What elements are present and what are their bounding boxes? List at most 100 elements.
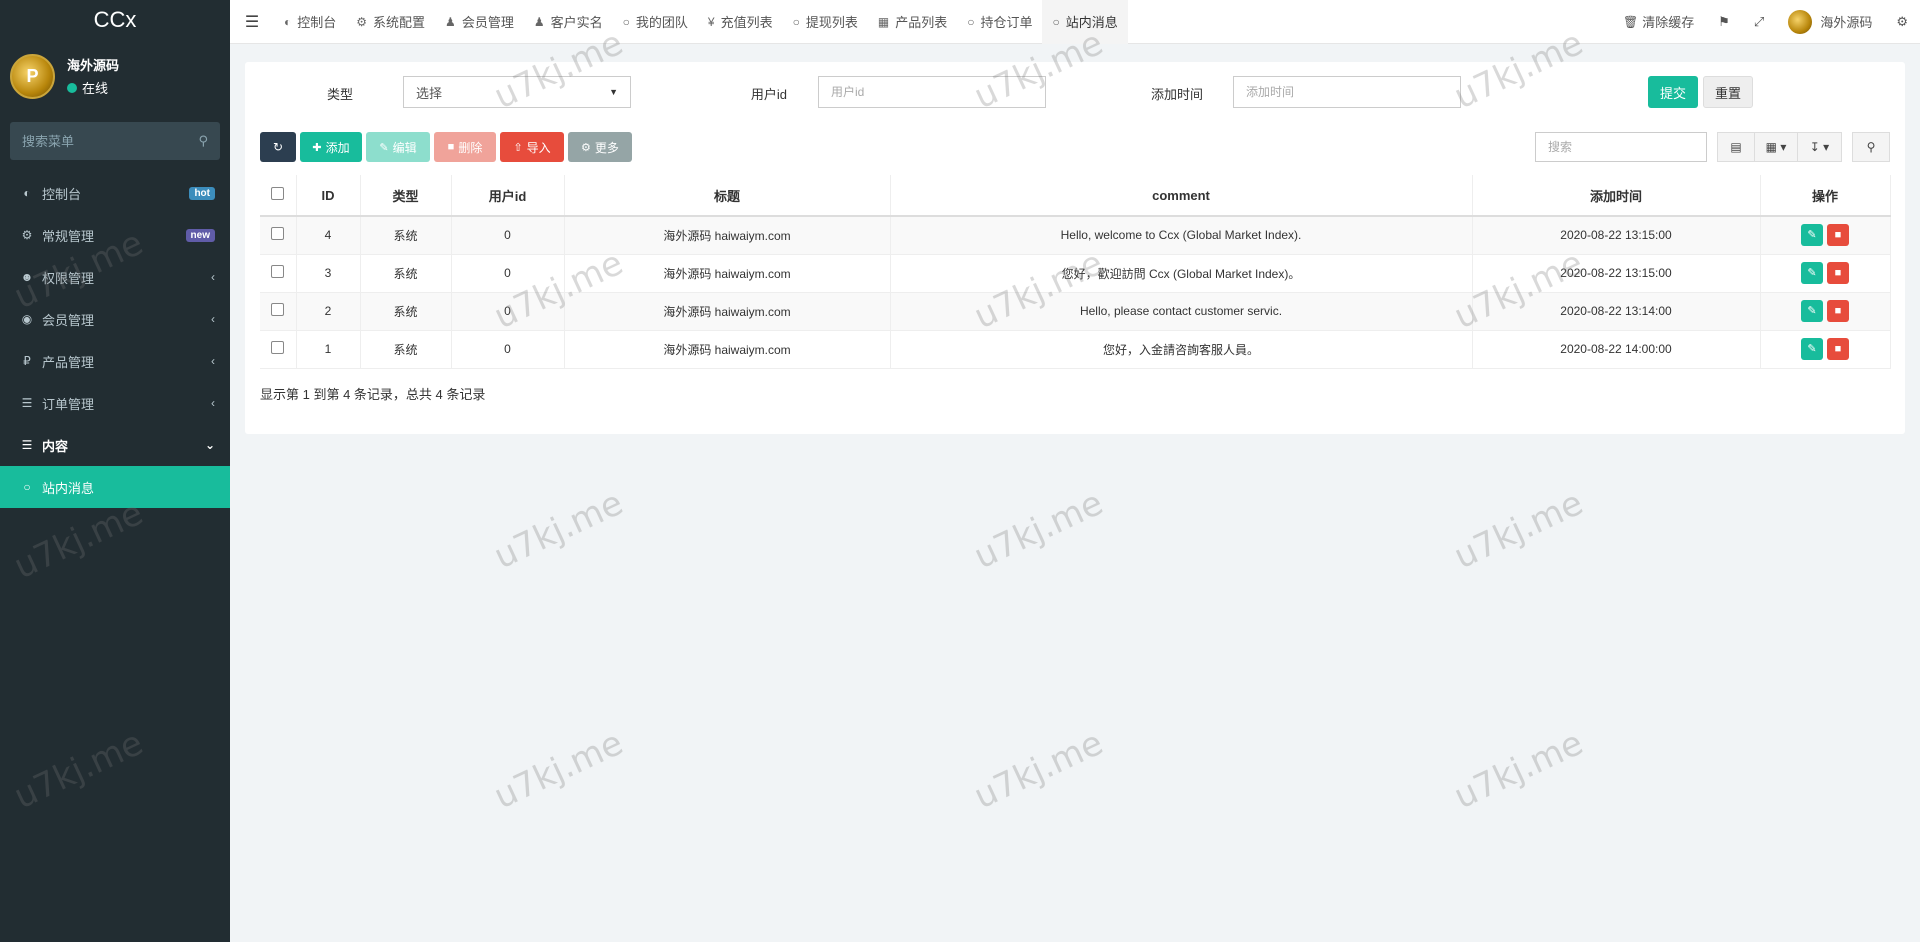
sidebar-item-label: 内容 [42,438,69,454]
tab-team[interactable]: ○ 我的团队 [613,0,698,44]
tab-system-config[interactable]: ⚙ 系统配置 [346,0,435,44]
add-button[interactable]: ✚ 添加 [300,132,362,162]
tab-dashboard[interactable]: ◐ 控制台 [274,0,346,44]
tab-label: 客户实名 [550,15,603,30]
time-label: 添加时间 [1150,87,1203,102]
avatar: P [10,53,55,99]
trash-icon: 🗑 [1623,14,1639,29]
trash-icon: ■ [447,141,455,153]
row-checkbox[interactable] [271,265,285,278]
cell-time: 2020-08-22 13:15:00 [1472,216,1761,255]
cubes-icon: ▦ [877,14,890,29]
column-header[interactable]: 标题 [564,175,891,217]
sidebar-item-site-messages[interactable]: ○ 站内消息 [0,466,230,508]
edit-button[interactable]: ✎ 编辑 [366,132,430,162]
row-checkbox[interactable] [271,303,285,316]
sidebar-item-permissions[interactable]: ☻ 权限管理 ‹ [0,256,230,298]
sidebar-item-general[interactable]: ⚙ 常规管理 new [0,214,230,256]
tab-positions[interactable]: ○ 持仓订单 [957,0,1042,44]
refresh-button[interactable]: ↻ [260,132,296,162]
tab-withdraw[interactable]: ○ 提现列表 [783,0,868,44]
tab-label: 站内消息 [1065,15,1118,30]
search-icon[interactable]: ⚲ [198,133,208,149]
column-header[interactable]: 用户id [451,175,565,217]
user-menu[interactable]: 海外源码 [1776,0,1884,44]
sidebar-item-dashboard[interactable]: ◐ 控制台 hot [0,172,230,214]
column-header[interactable]: ID [296,175,361,217]
row-edit-button[interactable]: ✎ [1801,300,1823,322]
submit-button[interactable]: 提交 [1648,76,1698,108]
sidebar-item-products[interactable]: ₽ 产品管理 ‹ [0,340,230,382]
row-edit-button[interactable]: ✎ [1801,224,1823,247]
sidebar-item-label: 常规管理 [42,228,95,244]
row-delete-button[interactable]: ■ [1827,262,1849,284]
columns-icon[interactable]: ▦ ▾ [1754,132,1798,162]
userid-input[interactable] [818,76,1046,108]
sidebar-item-label: 控制台 [42,186,82,202]
dashboard-icon: ◐ [284,14,292,29]
messages-table: ID 类型 用户id 标题 comment 添加时间 操作 4 系统 0 海外源… [260,175,1891,369]
row-checkbox[interactable] [271,227,285,241]
sidebar-item-members[interactable]: ◉ 会员管理 ‹ [0,298,230,340]
row-delete-button[interactable]: ■ [1827,338,1849,360]
column-header[interactable]: 添加时间 [1472,175,1761,217]
row-checkbox[interactable] [271,341,285,354]
card-view-icon[interactable]: ▤ [1717,132,1755,162]
column-header[interactable]: 类型 [360,175,452,217]
circle-icon: ○ [622,14,630,29]
tab-recharge[interactable]: ¥ 充值列表 [698,0,783,44]
row-delete-button[interactable]: ■ [1827,224,1849,247]
sidebar-item-orders[interactable]: ☰ 订单管理 ‹ [0,382,230,424]
tab-verification[interactable]: ♟ 客户实名 [524,0,613,44]
cell-title: 海外源码 haiwaiym.com [564,254,891,293]
tab-label: 系统配置 [373,15,426,30]
time-input[interactable] [1233,76,1461,108]
cell-actions: ✎ ■ [1760,216,1891,255]
more-button[interactable]: ⚙ 更多 [568,132,632,162]
type-select-value: 选择 [416,85,443,101]
tab-site-messages[interactable]: ○ 站内消息 [1042,0,1128,44]
menu-toggle-icon[interactable]: ☰ [230,12,274,32]
sidebar: CCx P 海外源码 在线 ⚲ ◐ 控制台 hot ⚙ 常规管理 new ☻ 权… [0,0,230,942]
sidebar-item-label: 订单管理 [42,396,95,412]
column-header[interactable]: comment [890,175,1473,217]
sidebar-item-content[interactable]: ☰ 内容 ⌄ [0,424,230,466]
sidebar-search-input[interactable] [22,133,182,149]
cell-comment: 您好，歡迎訪問 Ccx (Global Market Index)。 [890,254,1473,293]
table-search-input[interactable] [1535,132,1707,162]
export-icon[interactable]: ↧ ▾ [1797,132,1842,162]
more-label: 更多 [594,140,619,155]
search-icon[interactable]: ⚲ [1852,132,1890,162]
cell-id: 4 [296,216,361,255]
table-toolbar: ↻ ✚添加 ✎编辑 ■删除 ⇧导入 ⚙更多 ▤ ▦ ▾ ↧ ▾ ⚲ [260,132,1890,162]
delete-button[interactable]: ■ 删除 [434,132,496,162]
tab-members[interactable]: ♟ 会员管理 [435,0,524,44]
row-delete-button[interactable]: ■ [1827,300,1849,322]
caret-down-icon: ▼ [609,87,618,97]
tab-products[interactable]: ▦ 产品列表 [868,0,957,44]
user-icon: ♟ [445,14,456,29]
cell-actions: ✎ ■ [1760,292,1891,331]
tab-label: 产品列表 [895,15,948,30]
import-label: 导入 [526,140,551,155]
watermark: u7kj.me [1447,482,1590,578]
yen-icon: ¥ [707,14,715,29]
language-icon[interactable]: ⚑ [1706,0,1742,44]
plus-icon: ✚ [312,141,322,154]
userid-label: 用户id [750,87,787,102]
select-all-checkbox[interactable] [271,187,285,200]
filter-form: 类型 选择 ▼ 用户id 添加时间 提交 重置 [245,76,1905,108]
row-edit-button[interactable]: ✎ [1801,338,1823,360]
table-row: 3 系统 0 海外源码 haiwaiym.com 您好，歡迎訪問 Ccx (Gl… [260,254,1891,293]
cell-id: 2 [296,292,361,331]
logo[interactable]: CCx [0,0,230,40]
clear-cache-button[interactable]: 🗑 清除缓存 [1611,0,1706,44]
clear-cache-label: 清除缓存 [1642,15,1695,30]
import-button[interactable]: ⇧ 导入 [500,132,564,162]
settings-icon[interactable]: ⚙ [1884,0,1920,44]
fullscreen-icon[interactable]: ⤢ [1742,0,1776,44]
type-select[interactable]: 选择 ▼ [403,76,631,108]
cell-id: 1 [296,330,361,369]
row-edit-button[interactable]: ✎ [1801,262,1823,284]
reset-button[interactable]: 重置 [1703,76,1753,108]
